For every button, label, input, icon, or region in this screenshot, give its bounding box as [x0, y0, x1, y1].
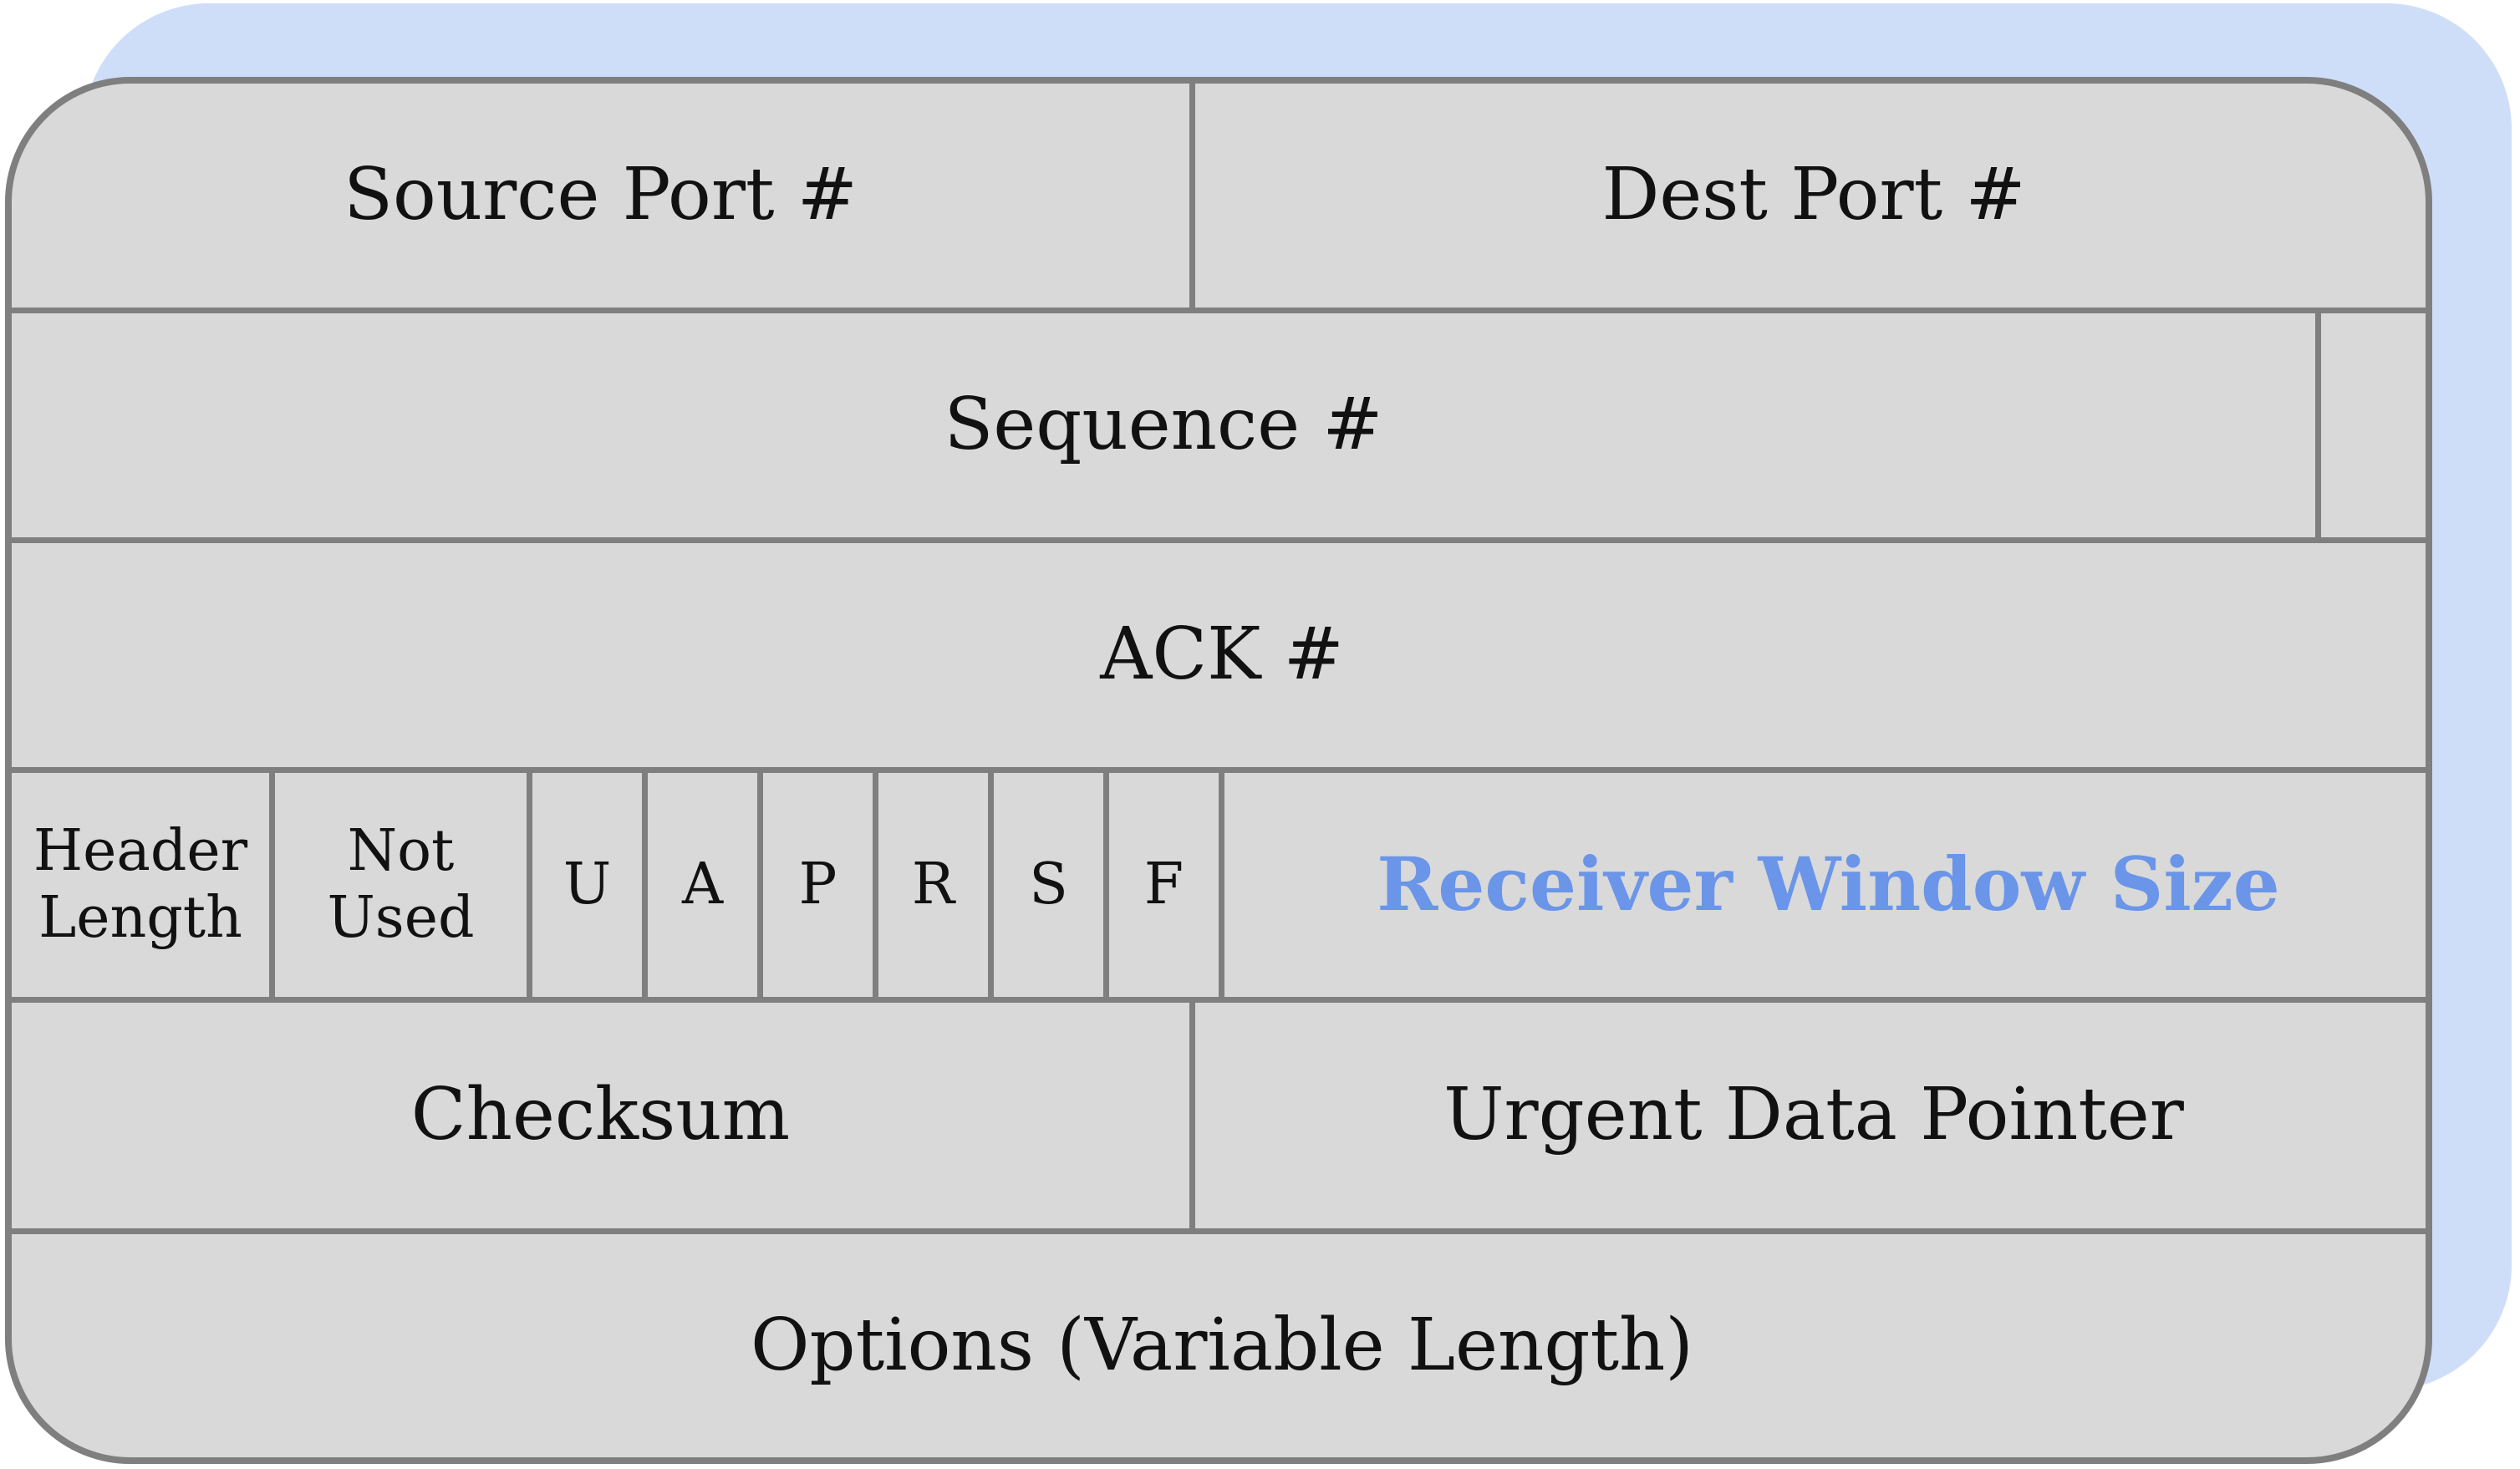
checksum-field: Checksum	[410, 1073, 791, 1157]
receiver-window-size-field: Receiver Window Size	[1377, 841, 2280, 928]
tcp-header-diagram: Source Port # Dest Port # Sequence # ACK…	[5, 77, 2432, 1464]
row-divider-5	[12, 1228, 2426, 1234]
ack-number-field: ACK #	[1100, 613, 1344, 697]
flag-ack: A	[681, 851, 724, 917]
port-divider	[1189, 84, 1195, 308]
checksum-divider	[1189, 1003, 1195, 1228]
row4-divider-5	[873, 773, 878, 997]
row-divider-1	[12, 308, 2426, 313]
not-used-field: Not Used	[327, 817, 475, 951]
row4-divider-4	[757, 773, 763, 997]
source-port-field: Source Port #	[344, 153, 858, 237]
urgent-data-pointer-field: Urgent Data Pointer	[1443, 1073, 2184, 1157]
dest-port-field: Dest Port #	[1601, 153, 2026, 237]
row4-divider-8	[1219, 773, 1224, 997]
row4-divider-1	[269, 773, 275, 997]
sequence-number-field: Sequence #	[944, 383, 1383, 467]
flag-rst: R	[911, 851, 955, 917]
row-divider-3	[12, 767, 2426, 773]
header-length-field: Header Length	[33, 817, 248, 951]
flag-urg: U	[563, 851, 612, 917]
row4-divider-3	[642, 773, 648, 997]
row-divider-4	[12, 997, 2426, 1003]
flag-fin: F	[1143, 851, 1184, 917]
options-field: Options (Variable Length)	[751, 1303, 1693, 1387]
row4-divider-7	[1103, 773, 1109, 997]
flag-syn: S	[1029, 851, 1068, 917]
row4-divider-2	[527, 773, 532, 997]
sequence-divider	[2315, 313, 2321, 537]
flag-psh: P	[798, 851, 837, 917]
row-divider-2	[12, 537, 2426, 543]
row4-divider-6	[988, 773, 994, 997]
